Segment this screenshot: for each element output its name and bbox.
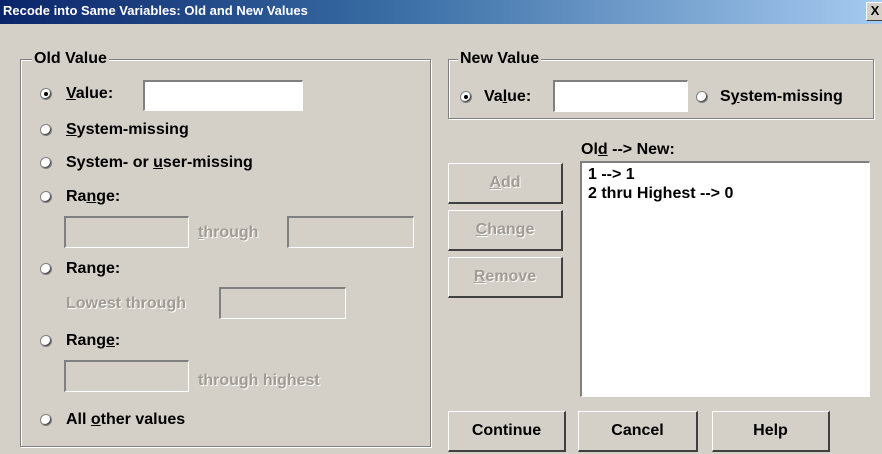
- old-range-lowest-label[interactable]: Range:: [66, 259, 120, 278]
- old-value-radio[interactable]: [40, 88, 52, 100]
- old-through-highest-input[interactable]: [64, 360, 189, 392]
- list-item[interactable]: 1 --> 1: [588, 165, 863, 184]
- recode-dialog: Recode into Same Variables: Old and New …: [0, 0, 882, 454]
- old-through-highest-label: through highest: [198, 372, 320, 389]
- title-bar[interactable]: Recode into Same Variables: Old and New …: [0, 0, 882, 24]
- old-range-lowest-radio[interactable]: [40, 263, 52, 275]
- old-system-or-user-missing-label[interactable]: System- or user-missing: [66, 153, 253, 172]
- dialog-title: Recode into Same Variables: Old and New …: [3, 3, 308, 18]
- continue-button[interactable]: Continue: [448, 411, 566, 452]
- old-all-other-radio[interactable]: [40, 414, 52, 426]
- old-system-missing-label[interactable]: System-missing: [66, 120, 189, 139]
- old-system-missing-radio[interactable]: [40, 124, 52, 136]
- old-new-list[interactable]: 1 --> 1 2 thru Highest --> 0: [580, 161, 870, 397]
- old-system-or-user-missing-radio[interactable]: [40, 157, 52, 169]
- old-lowest-through-input[interactable]: [219, 287, 346, 319]
- old-range-highest-radio[interactable]: [40, 335, 52, 347]
- old-range-through-label: through: [198, 224, 259, 241]
- new-value-input[interactable]: [553, 80, 688, 112]
- old-new-list-label: Old --> New:: [581, 141, 675, 158]
- add-button[interactable]: Add: [448, 163, 563, 204]
- old-range-highest-label[interactable]: Range:: [66, 331, 120, 350]
- help-button[interactable]: Help: [712, 411, 830, 452]
- old-lowest-through-label: Lowest through: [66, 295, 186, 312]
- new-value-legend: New Value: [458, 50, 542, 68]
- new-value-radio-label[interactable]: Value:: [484, 87, 531, 106]
- cancel-button[interactable]: Cancel: [578, 411, 698, 452]
- new-system-missing-radio[interactable]: [696, 91, 708, 103]
- close-button[interactable]: X: [866, 2, 882, 21]
- old-all-other-label[interactable]: All other values: [66, 410, 185, 429]
- old-range-to-input[interactable]: [287, 216, 414, 248]
- change-button[interactable]: Change: [448, 210, 563, 251]
- old-range-radio[interactable]: [40, 191, 52, 203]
- old-range-label[interactable]: Range:: [66, 187, 120, 206]
- old-value-radio-label[interactable]: Value:: [66, 84, 113, 103]
- old-range-from-input[interactable]: [64, 216, 189, 248]
- list-item[interactable]: 2 thru Highest --> 0: [588, 184, 863, 203]
- remove-button[interactable]: Remove: [448, 257, 563, 298]
- new-value-radio[interactable]: [460, 91, 472, 103]
- old-value-legend: Old Value: [32, 50, 109, 68]
- new-system-missing-label[interactable]: System-missing: [720, 87, 843, 106]
- old-value-input[interactable]: [143, 80, 303, 111]
